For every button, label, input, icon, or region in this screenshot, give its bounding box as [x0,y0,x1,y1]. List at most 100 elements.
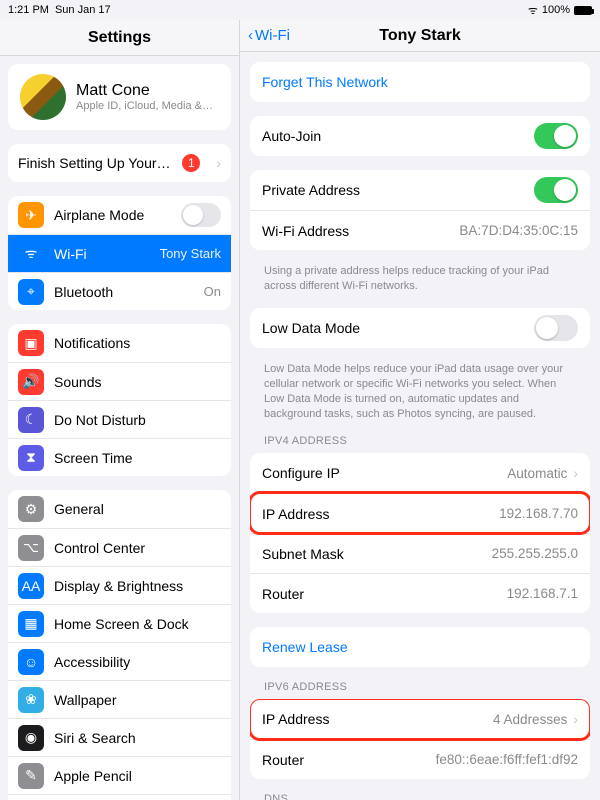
wifi-icon: ᯤ [18,241,44,267]
sliders-icon: ⌥ [18,535,44,561]
wifi-icon: ᯤ [528,3,538,18]
autojoin-label: Auto-Join [262,128,534,144]
accessibility-label: Accessibility [54,654,130,670]
sidebar-item-pencil[interactable]: ✎ Apple Pencil [8,756,231,794]
status-date: Sun Jan 17 [55,4,111,16]
setup-label: Finish Setting Up Your… [18,155,171,171]
wifi-address-value: BA:7D:D4:35:0C:15 [459,223,578,238]
low-data-toggle[interactable] [534,315,578,341]
auto-join-row[interactable]: Auto-Join [250,116,590,156]
battery-percent: 100% [542,4,570,16]
chevron-right-icon: › [573,711,578,727]
renew-label: Renew Lease [262,639,348,655]
sounds-icon: 🔊 [18,369,44,395]
screentime-label: Screen Time [54,450,133,466]
sidebar-item-general[interactable]: ⚙ General [8,490,231,528]
wifi-value: Tony Stark [160,246,221,261]
sidebar-item-wallpaper[interactable]: ❀ Wallpaper [8,680,231,718]
ipv4-header: IPV4 ADDRESS [264,435,584,447]
sidebar-item-wifi[interactable]: ᯤ Wi-Fi Tony Stark [8,234,231,272]
sidebar-item-airplane[interactable]: ✈ Airplane Mode [8,196,231,234]
hourglass-icon: ⧗ [18,445,44,471]
siri-icon: ◉ [18,725,44,751]
ipv6-router-value: fe80::6eae:f6ff:fef1:df92 [436,752,578,767]
sidebar-item-profile[interactable]: Matt Cone Apple ID, iCloud, Media &… [8,64,231,130]
sidebar-item-setup[interactable]: Finish Setting Up Your… 1 › [8,144,231,182]
sidebar-item-accessibility[interactable]: ☺ Accessibility [8,642,231,680]
ipv6-ip-label: IP Address [262,711,493,727]
sidebar-title: Settings [0,20,239,56]
sidebar-item-control[interactable]: ⌥Control Center [8,528,231,566]
profile-name: Matt Cone [76,82,213,100]
sidebar-item-touchid[interactable]: ◍Touch ID & Passcode [8,794,231,800]
configure-ip-row[interactable]: Configure IP Automatic › [250,453,590,493]
sounds-label: Sounds [54,374,101,390]
subnet-row: Subnet Mask 255.255.255.0 [250,533,590,573]
bluetooth-label: Bluetooth [54,284,113,300]
private-address-note: Using a private address helps reduce tra… [264,264,578,294]
router-row: Router 192.168.7.1 [250,573,590,613]
chevron-right-icon: › [573,465,578,481]
back-label: Wi-Fi [255,27,290,44]
bluetooth-value: On [204,284,221,299]
airplane-toggle[interactable] [181,203,221,227]
pencil-label: Apple Pencil [54,768,132,784]
renew-lease-button[interactable]: Renew Lease [250,627,590,667]
low-data-label: Low Data Mode [262,320,534,336]
back-button[interactable]: ‹ Wi-Fi [240,27,290,44]
low-data-row[interactable]: Low Data Mode [250,308,590,348]
dns-header: DNS [264,793,584,800]
display-icon: AA [18,573,44,599]
siri-label: Siri & Search [54,730,136,746]
sidebar: Settings Matt Cone Apple ID, iCloud, Med… [0,20,240,800]
configure-ip-label: Configure IP [262,465,507,481]
notifications-label: Notifications [54,335,130,351]
ipv6-ip-value: 4 Addresses [493,712,567,727]
low-data-note: Low Data Mode helps reduce your iPad dat… [264,362,578,421]
sidebar-item-notifications[interactable]: ▣ Notifications [8,324,231,362]
general-label: General [54,501,104,517]
auto-join-toggle[interactable] [534,123,578,149]
forget-network-button[interactable]: Forget This Network [250,62,590,102]
sidebar-item-display[interactable]: AADisplay & Brightness [8,566,231,604]
wallpaper-label: Wallpaper [54,692,117,708]
accessibility-icon: ☺ [18,649,44,675]
notifications-icon: ▣ [18,330,44,356]
router-label: Router [262,586,507,602]
forget-label: Forget This Network [262,74,388,90]
ip-address-value: 192.168.7.70 [499,506,578,521]
dnd-label: Do Not Disturb [54,412,146,428]
private-address-row[interactable]: Private Address [250,170,590,210]
ip-address-row: IP Address 192.168.7.70 [250,493,590,533]
ip-address-label: IP Address [262,506,499,522]
airplane-label: Airplane Mode [54,207,144,223]
subnet-value: 255.255.255.0 [492,546,578,561]
ipv6-router-row: Router fe80::6eae:f6ff:fef1:df92 [250,739,590,779]
sidebar-item-dnd[interactable]: ☾ Do Not Disturb [8,400,231,438]
router-value: 192.168.7.1 [507,586,578,601]
wifi-address-row: Wi-Fi Address BA:7D:D4:35:0C:15 [250,210,590,250]
battery-icon [574,6,592,15]
grid-icon: ▦ [18,611,44,637]
sidebar-item-siri[interactable]: ◉ Siri & Search [8,718,231,756]
ipv6-ip-row[interactable]: IP Address 4 Addresses › [250,699,590,739]
gear-icon: ⚙ [18,496,44,522]
home-label: Home Screen & Dock [54,616,189,632]
sidebar-item-home[interactable]: ▦ Home Screen & Dock [8,604,231,642]
airplane-icon: ✈ [18,202,44,228]
private-address-toggle[interactable] [534,177,578,203]
pencil-icon: ✎ [18,763,44,789]
wifi-label: Wi-Fi [54,246,87,262]
status-bar: 1:21 PM Sun Jan 17 ᯤ 100% [0,0,600,20]
page-title: Tony Stark [240,27,600,45]
setup-badge: 1 [182,154,200,172]
sidebar-item-screentime[interactable]: ⧗ Screen Time [8,438,231,476]
ipv6-router-label: Router [262,752,436,768]
moon-icon: ☾ [18,407,44,433]
bluetooth-icon: ⌖ [18,279,44,305]
ipv6-header: IPV6 ADDRESS [264,681,584,693]
detail-pane: ‹ Wi-Fi Tony Stark Forget This Network A… [240,20,600,800]
sidebar-item-sounds[interactable]: 🔊 Sounds [8,362,231,400]
sidebar-item-bluetooth[interactable]: ⌖ Bluetooth On [8,272,231,310]
flower-icon: ❀ [18,687,44,713]
